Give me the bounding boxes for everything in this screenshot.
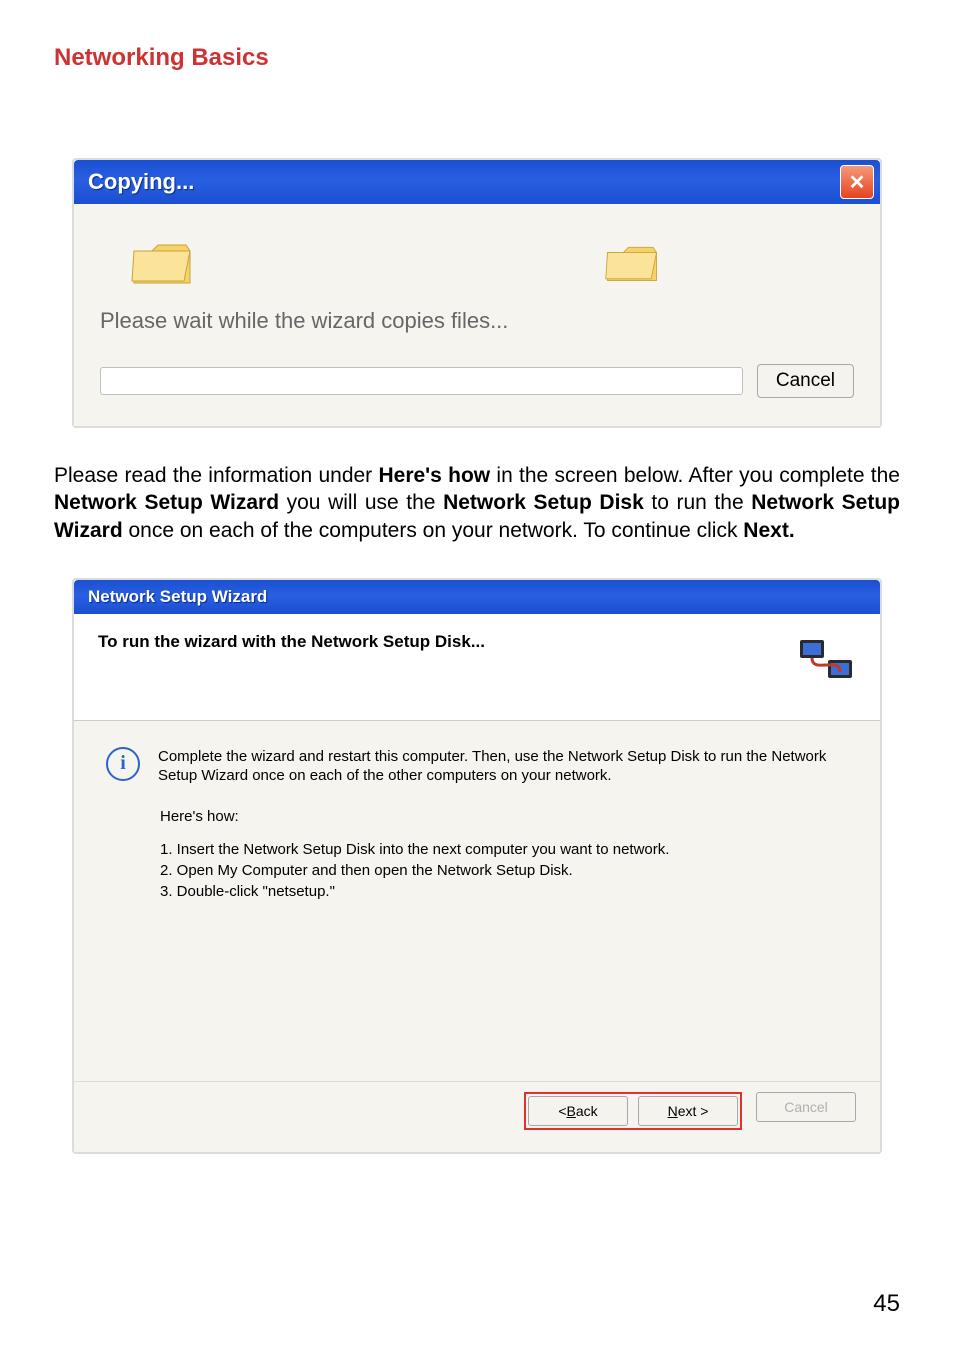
mnemonic: B xyxy=(567,1103,576,1119)
text: once on each of the computers on your ne… xyxy=(123,519,744,542)
titlebar: Copying... ✕ xyxy=(74,160,880,204)
wizard-footer: < Back Next > Cancel xyxy=(74,1081,880,1152)
titlebar-title: Copying... xyxy=(88,169,194,195)
network-setup-wizard-dialog: Network Setup Wizard To run the wizard w… xyxy=(72,578,882,1154)
info-row: i Complete the wizard and restart this c… xyxy=(106,747,848,786)
text: ack xyxy=(576,1103,598,1119)
copy-message: Please wait while the wizard copies file… xyxy=(100,308,854,334)
dialog-body: Please wait while the wizard copies file… xyxy=(74,204,880,426)
back-button[interactable]: < Back xyxy=(528,1096,628,1126)
text: ext > xyxy=(678,1103,709,1119)
steps-list: 1. Insert the Network Setup Disk into th… xyxy=(160,839,848,902)
highlight-box: < Back Next > xyxy=(524,1092,742,1130)
text-bold: Network Setup Wizard xyxy=(54,491,279,514)
mnemonic: N xyxy=(668,1103,678,1119)
cancel-button[interactable]: Cancel xyxy=(757,364,854,398)
step-3: 3. Double-click "netsetup." xyxy=(160,881,848,902)
page-title: Networking Basics xyxy=(54,44,900,72)
text: to run the xyxy=(644,491,751,514)
text-bold: Here's how xyxy=(378,464,490,487)
folder-dest-icon xyxy=(604,240,660,286)
heres-how-label: Here's how: xyxy=(160,808,848,825)
instruction-paragraph: Please read the information under Here's… xyxy=(54,462,900,544)
close-icon[interactable]: ✕ xyxy=(840,165,874,199)
titlebar: Network Setup Wizard xyxy=(74,580,880,614)
text: you will use the xyxy=(279,491,443,514)
next-button[interactable]: Next > xyxy=(638,1096,738,1126)
network-icon xyxy=(798,632,856,690)
text: Please read the information under xyxy=(54,464,378,487)
icon-row xyxy=(100,226,854,300)
step-1: 1. Insert the Network Setup Disk into th… xyxy=(160,839,848,860)
wizard-header: To run the wizard with the Network Setup… xyxy=(74,614,880,721)
step-2: 2. Open My Computer and then open the Ne… xyxy=(160,860,848,881)
copying-dialog: Copying... ✕ Please wait while the wizar… xyxy=(72,158,882,428)
folder-source-icon xyxy=(130,237,194,289)
titlebar-title: Network Setup Wizard xyxy=(88,587,267,607)
page-number: 45 xyxy=(873,1290,900,1318)
info-text: Complete the wizard and restart this com… xyxy=(158,747,848,786)
text-bold: Next. xyxy=(743,519,794,542)
cancel-button: Cancel xyxy=(756,1092,856,1122)
info-icon: i xyxy=(106,747,140,781)
progress-bar xyxy=(100,367,743,395)
text: < xyxy=(558,1103,566,1119)
progress-row: Cancel xyxy=(100,364,854,398)
wizard-header-text: To run the wizard with the Network Setup… xyxy=(98,632,485,652)
text-bold: Network Setup Disk xyxy=(443,491,644,514)
wizard-body: i Complete the wizard and restart this c… xyxy=(74,721,880,1081)
text: in the screen below. After you complete … xyxy=(490,464,900,487)
